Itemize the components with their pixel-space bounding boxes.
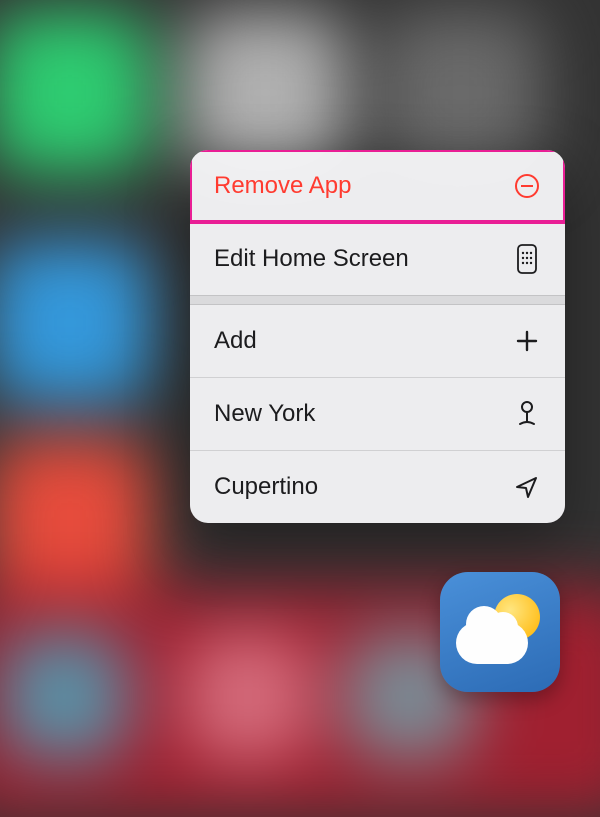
plus-icon	[513, 327, 541, 355]
menu-item-label: Edit Home Screen	[214, 245, 409, 273]
weather-app-icon[interactable]	[440, 572, 560, 692]
menu-item-label: Remove App	[214, 172, 351, 200]
app-context-menu: Remove App Edit Home Screen	[190, 150, 565, 523]
menu-item-label: Cupertino	[214, 473, 318, 501]
location-arrow-icon	[513, 473, 541, 501]
menu-item-edit-home-screen[interactable]: Edit Home Screen	[190, 223, 565, 295]
menu-item-new-york[interactable]: New York	[190, 378, 565, 450]
menu-section-divider	[190, 295, 565, 305]
cloud-icon	[456, 622, 528, 664]
menu-item-cupertino[interactable]: Cupertino	[190, 451, 565, 523]
menu-item-label: New York	[214, 400, 315, 428]
menu-item-remove-app[interactable]: Remove App	[190, 150, 565, 222]
phone-grid-icon	[513, 245, 541, 273]
pin-icon	[513, 400, 541, 428]
menu-item-label: Add	[214, 327, 257, 355]
remove-circle-icon	[513, 172, 541, 200]
menu-item-add[interactable]: Add	[190, 305, 565, 377]
